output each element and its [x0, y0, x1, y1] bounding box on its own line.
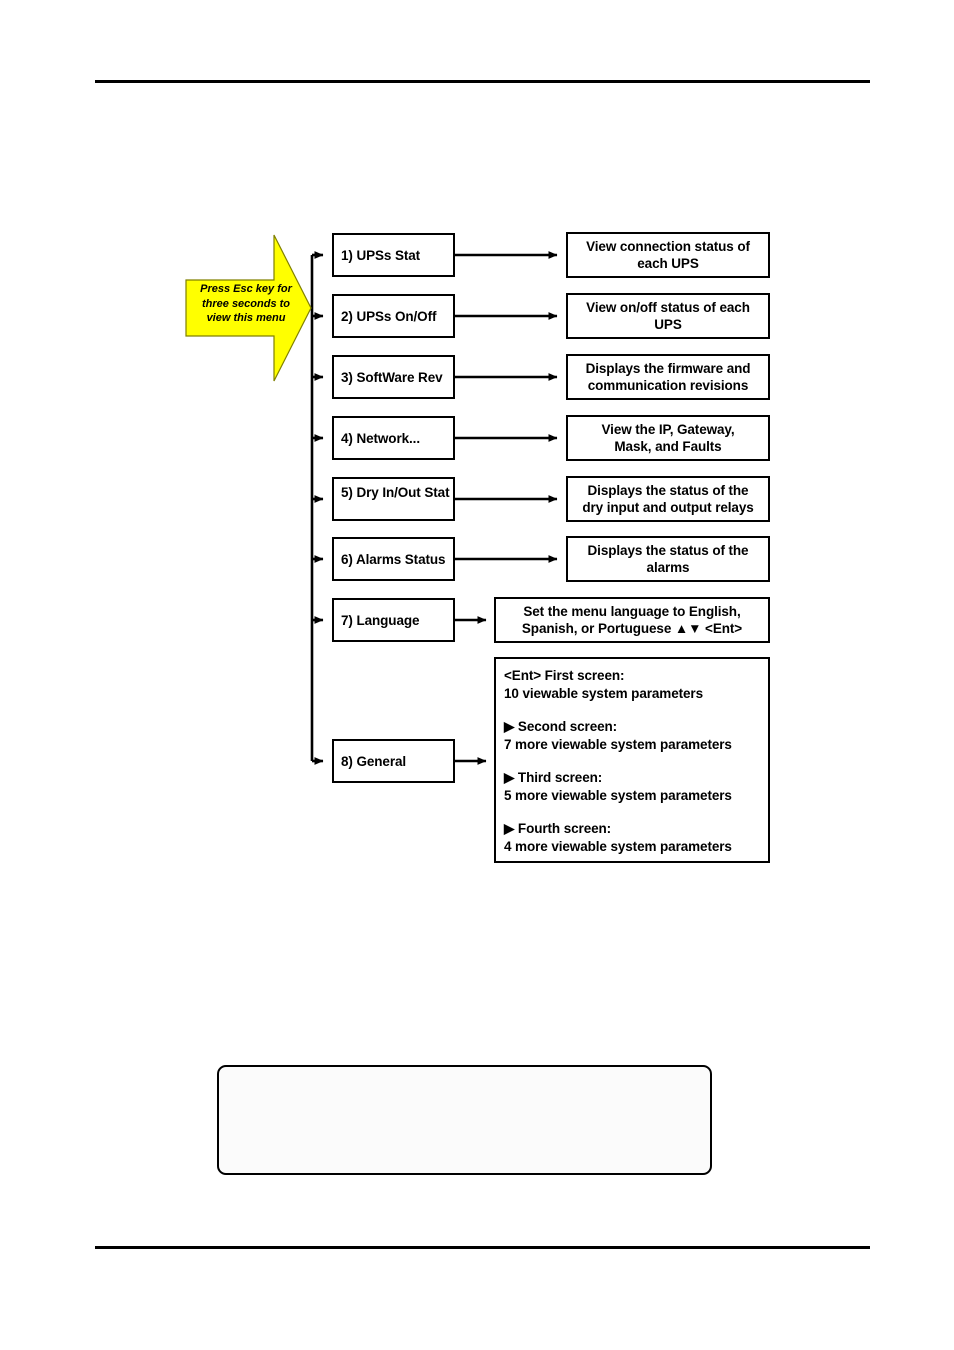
menu-item-label: 6) Alarms Status — [341, 551, 446, 567]
description-upss-on-off: View on/off status of each UPS — [566, 293, 770, 339]
description-alarms-status: Displays the status of the alarms — [566, 536, 770, 582]
description-line-1: View connection status of — [586, 239, 750, 254]
menu-item-label: 8) General — [341, 753, 407, 769]
menu-item-network[interactable]: 4) Network... — [332, 416, 455, 460]
description-line-2: UPS — [654, 317, 682, 332]
description-dry-in-out-stat: Displays the status of the dry input and… — [566, 476, 770, 522]
general-first-screen-header: <Ent> First screen: — [504, 668, 625, 683]
description-line-2: Mask, and Faults — [614, 439, 722, 454]
general-first-screen-detail: 10 viewable system parameters — [504, 685, 703, 701]
description-line-1: Displays the status of the — [587, 483, 749, 498]
menu-item-upss-stat[interactable]: 1) UPSs Stat — [332, 233, 455, 277]
description-line-1: View the IP, Gateway, — [601, 422, 735, 437]
callout-line-1: Press Esc key for — [200, 283, 292, 295]
menu-item-label: 1) UPSs Stat — [341, 247, 421, 263]
description-line-1: Displays the firmware and — [585, 361, 751, 376]
note-box — [217, 1065, 712, 1175]
description-software-rev: Displays the firmware and communication … — [566, 354, 770, 400]
callout-line-3: view this menu — [206, 312, 286, 324]
general-second-screen-header: ▶ Second screen: — [504, 719, 618, 734]
general-fourth-screen-detail: 4 more viewable system parameters — [504, 838, 732, 854]
description-line-2: each UPS — [637, 256, 699, 271]
menu-item-dry-in-out-stat[interactable]: 5) Dry In/Out Stat — [332, 477, 455, 521]
menu-item-general[interactable]: 8) General — [332, 739, 455, 783]
menu-flow-diagram: Press Esc key for three seconds to view … — [0, 0, 954, 900]
description-line-2: Spanish, or Portuguese ▲▼ <Ent> — [521, 621, 743, 636]
connector-lines — [310, 251, 558, 765]
description-network: View the IP, Gateway, Mask, and Faults — [566, 415, 770, 461]
description-language: Set the menu language to English, Spanis… — [494, 597, 770, 643]
description-line-1: Set the menu language to English, — [523, 604, 741, 619]
description-line-2: dry input and output relays — [582, 500, 754, 515]
menu-item-label: 7) Language — [341, 612, 420, 628]
callout-line-2: three seconds to — [201, 297, 291, 310]
general-second-screen-detail: 7 more viewable system parameters — [504, 736, 732, 752]
esc-key-callout: Press Esc key for three seconds to view … — [182, 232, 314, 384]
footer-rule — [95, 1246, 870, 1249]
menu-item-alarms-status[interactable]: 6) Alarms Status — [332, 537, 455, 581]
description-upss-stat: View connection status of each UPS — [566, 232, 770, 278]
description-line-1: View on/off status of each — [586, 300, 750, 315]
menu-item-label: 2) UPSs On/Off — [341, 308, 437, 324]
esc-key-callout-text: Press Esc key for three seconds to view … — [192, 282, 300, 326]
general-third-screen-header: ▶ Third screen: — [504, 770, 603, 785]
description-general: <Ent> First screen: 10 viewable system p… — [494, 657, 770, 863]
menu-item-upss-on-off[interactable]: 2) UPSs On/Off — [332, 294, 455, 338]
description-line-1: Displays the status of the — [587, 543, 749, 558]
menu-item-language[interactable]: 7) Language — [332, 598, 455, 642]
menu-item-label: 4) Network... — [341, 430, 420, 446]
description-line-2: alarms — [646, 560, 690, 575]
menu-item-label: 3) SoftWare Rev — [341, 369, 443, 385]
menu-item-label: 5) Dry In/Out Stat — [341, 485, 450, 500]
menu-item-software-rev[interactable]: 3) SoftWare Rev — [332, 355, 455, 399]
general-fourth-screen-header: ▶ Fourth screen: — [504, 821, 612, 836]
description-line-2: communication revisions — [587, 378, 749, 393]
document-page: Press Esc key for three seconds to view … — [0, 0, 954, 1350]
general-third-screen-detail: 5 more viewable system parameters — [504, 787, 732, 803]
